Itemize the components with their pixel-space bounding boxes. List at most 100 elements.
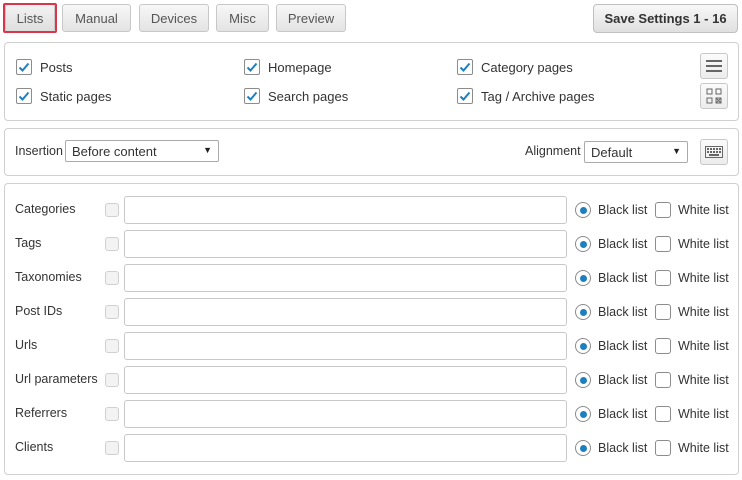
list-row: Tags Black list White list [5,229,740,259]
white-list-label: White list [678,305,729,319]
keyboard-button[interactable] [700,139,728,165]
black-list-radio[interactable] [575,304,591,320]
checkbox[interactable] [16,59,32,75]
list-enable-checkbox[interactable] [105,339,119,353]
list-enable-checkbox[interactable] [105,271,119,285]
black-list-label: Black list [598,441,648,455]
list-row-label: Categories [15,202,76,216]
list-row: Taxonomies Black list White list [5,263,740,293]
list-row: Url parameters Black list White list [5,365,740,395]
caret-down-icon: ▼ [203,145,212,155]
tab-preview[interactable]: Preview [276,4,346,32]
save-settings-button[interactable]: Save Settings 1 - 16 [593,4,738,33]
list-row: Post IDs Black list White list [5,297,740,327]
list-row-label: Post IDs [15,304,63,318]
list-enable-checkbox[interactable] [105,305,119,319]
page-type-label: Posts [40,59,73,75]
black-list-label: Black list [598,203,648,217]
white-list-label: White list [678,237,729,251]
page-type-label: Search pages [268,88,349,104]
list-items-input[interactable] [124,264,567,292]
insertion-select[interactable]: Before content ▼ [65,140,219,162]
black-list-radio[interactable] [575,236,591,252]
page-type-tag-archive-pages[interactable]: Tag / Archive pages [457,88,594,104]
list-enable-checkbox[interactable] [105,441,119,455]
white-list-checkbox[interactable] [655,236,671,252]
list-items-input[interactable] [124,196,567,224]
black-list-radio[interactable] [575,338,591,354]
black-list-radio[interactable] [575,372,591,388]
checkbox[interactable] [244,88,260,104]
checkbox[interactable] [244,59,260,75]
black-list-radio[interactable] [575,406,591,422]
list-items-input[interactable] [124,366,567,394]
black-list-radio[interactable] [575,440,591,456]
white-list-checkbox[interactable] [655,372,671,388]
grid-view-button[interactable] [700,83,728,109]
page-type-category-pages[interactable]: Category pages [457,59,573,75]
list-items-input[interactable] [124,230,567,258]
caret-down-icon: ▼ [672,146,681,156]
checkmark-icon [246,62,258,72]
page-type-label: Homepage [268,59,332,75]
white-list-checkbox[interactable] [655,202,671,218]
list-items-input[interactable] [124,332,567,360]
alignment-label: Alignment [525,144,581,158]
alignment-select[interactable]: Default ▼ [584,141,688,163]
list-view-button[interactable] [700,53,728,79]
page-types-panel: Posts Homepage Category pages Static pag… [4,42,739,121]
insertion-label: Insertion [15,144,63,158]
insertion-select-value: Before content [72,143,157,159]
list-row: Clients Black list White list [5,433,740,463]
tab-lists[interactable]: Lists [5,4,55,32]
list-enable-checkbox[interactable] [105,237,119,251]
checkmark-icon [459,62,471,72]
tab-devices[interactable]: Devices [139,4,209,32]
black-list-label: Black list [598,271,648,285]
list-enable-checkbox[interactable] [105,203,119,217]
page-type-label: Category pages [481,59,573,75]
list-enable-checkbox[interactable] [105,373,119,387]
page-type-homepage[interactable]: Homepage [244,59,332,75]
list-row-label: Urls [15,338,38,352]
checkbox[interactable] [457,88,473,104]
white-list-checkbox[interactable] [655,406,671,422]
list-items-input[interactable] [124,434,567,462]
page-type-label: Tag / Archive pages [481,88,595,104]
radio-selected-dot [579,376,587,384]
list-enable-checkbox[interactable] [105,407,119,421]
alignment-select-value: Default [591,144,633,160]
radio-selected-dot [579,206,587,214]
tab-misc[interactable]: Misc [216,4,269,32]
radio-selected-dot [579,342,587,350]
page-type-posts[interactable]: Posts [16,59,73,75]
insertion-panel: Insertion Before content ▼ Alignment Def… [4,128,739,176]
white-list-checkbox[interactable] [655,304,671,320]
white-list-checkbox[interactable] [655,440,671,456]
checkmark-icon [459,91,471,101]
list-icon [706,60,722,72]
black-list-radio[interactable] [575,202,591,218]
white-list-label: White list [678,339,729,353]
black-list-radio[interactable] [575,270,591,286]
grid-icon [706,88,722,104]
black-list-label: Black list [598,373,648,387]
radio-selected-dot [579,274,587,282]
list-row-label: Taxonomies [15,270,82,284]
list-items-input[interactable] [124,400,567,428]
list-items-input[interactable] [124,298,567,326]
tab-manual[interactable]: Manual [62,4,131,32]
keyboard-icon [705,146,723,158]
white-list-label: White list [678,373,729,387]
white-list-checkbox[interactable] [655,338,671,354]
list-row-label: Url parameters [15,372,98,386]
white-list-checkbox[interactable] [655,270,671,286]
page-type-static-pages[interactable]: Static pages [16,88,112,104]
page-type-search-pages[interactable]: Search pages [244,88,348,104]
list-row-label: Tags [15,236,42,250]
list-row-label: Referrers [15,406,68,420]
checkbox[interactable] [457,59,473,75]
checkbox[interactable] [16,88,32,104]
white-list-label: White list [678,203,729,217]
list-row-label: Clients [15,440,54,454]
